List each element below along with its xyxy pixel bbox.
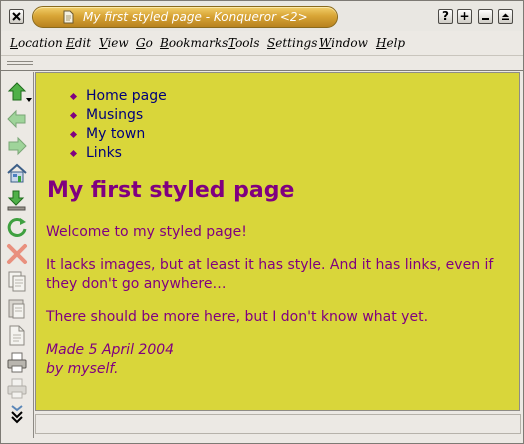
welcome-paragraph: Welcome to my styled page! [46,224,247,240]
print-icon [7,352,27,373]
more-paragraph: There should be more here, but I don't k… [46,309,429,325]
nav-link-home[interactable]: Home page [86,88,167,104]
signature-date: Made 5 April 2004 [46,342,175,358]
print-button[interactable] [6,351,28,373]
close-window-button[interactable] [9,9,24,24]
page-content-area[interactable]: Home page Musings My town Links My first… [35,72,520,411]
menu-settings[interactable]: Settings [267,36,317,51]
print-disabled-icon [7,378,27,399]
up-arrow-icon [7,82,32,102]
nav-link-my-town[interactable]: My town [86,126,145,142]
stop-button[interactable] [6,243,28,265]
nav-item: My town [66,125,167,144]
up-button[interactable] [6,81,32,103]
page-heading: My first styled page [47,178,295,203]
nav-link-musings[interactable]: Musings [86,107,143,123]
signature-author: by myself. [46,361,119,377]
maximize-icon [502,13,509,20]
minimize-icon [482,18,489,20]
stop-icon [7,244,27,264]
more-tools-button[interactable] [6,404,28,426]
back-button[interactable] [6,108,28,130]
menu-tools[interactable]: Tools [228,36,260,51]
menu-bookmarks[interactable]: Bookmarks [160,36,228,51]
reload-button[interactable] [6,216,28,238]
close-icon [12,12,21,21]
signature: Made 5 April 2004 by myself. [46,341,174,379]
copy-button[interactable] [6,270,28,292]
help-label: ? [442,9,449,23]
minimize-button[interactable] [478,9,493,24]
sticky-label: + [459,9,470,23]
browser-window: My first styled page - Konqueror <2> ? +… [0,0,524,444]
menu-window[interactable]: Window [319,36,368,51]
download-button[interactable] [6,189,28,211]
nav-item: Musings [66,106,167,125]
nav-link-links[interactable]: Links [86,145,122,161]
konqueror-app-icon [63,10,74,24]
style-paragraph: It lacks images, but at least it has sty… [46,257,494,292]
nav-item: Links [66,144,167,163]
sticky-button[interactable]: + [457,9,472,24]
menu-view[interactable]: View [99,36,129,51]
window-title: My first styled page - Konqueror <2> [83,10,308,24]
window-title-pill[interactable]: My first styled page - Konqueror <2> [32,6,338,28]
menu-edit[interactable]: Edit [66,36,91,51]
status-bar [35,414,521,434]
nav-item: Home page [66,87,167,106]
back-arrow-icon [7,109,26,129]
menu-location[interactable]: Location [10,36,63,51]
new-document-button[interactable] [6,324,28,346]
print-preview-button[interactable] [6,377,28,399]
home-icon [7,163,27,183]
menu-go[interactable]: Go [136,36,153,51]
new-document-icon [9,325,25,346]
copy-icon [8,271,26,292]
more-icon [11,405,23,424]
forward-button[interactable] [6,135,28,157]
download-icon [7,190,26,211]
help-button[interactable]: ? [438,9,453,24]
nav-list: Home page Musings My town Links [66,87,167,163]
toolbar-grip[interactable] [7,61,33,67]
paste-button[interactable] [6,297,28,319]
toolbar-handle-row [1,57,523,71]
main-toolbar [1,72,34,438]
forward-arrow-icon [8,136,27,156]
title-bar[interactable]: My first styled page - Konqueror <2> ? + [1,1,523,31]
menu-bar: Location Edit View Go Bookmarks Tools Se… [1,32,523,56]
reload-icon [7,217,27,237]
menu-help[interactable]: Help [376,36,405,51]
maximize-button[interactable] [498,9,513,24]
home-button[interactable] [6,162,28,184]
paste-icon [8,299,25,319]
